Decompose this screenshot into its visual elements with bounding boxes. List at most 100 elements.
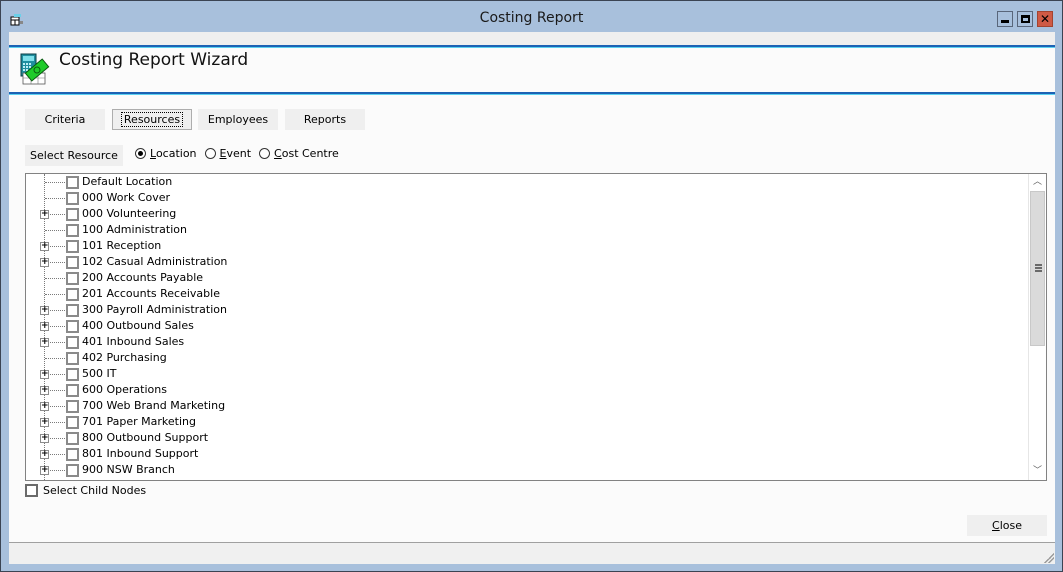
node-label[interactable]: 401 Inbound Sales bbox=[82, 335, 184, 348]
node-checkbox[interactable] bbox=[66, 304, 79, 317]
expand-icon[interactable]: + bbox=[40, 370, 49, 379]
tab-employees[interactable]: Employees bbox=[198, 109, 278, 130]
node-checkbox[interactable] bbox=[66, 320, 79, 333]
tree-node[interactable]: Default Location bbox=[26, 174, 1016, 190]
select-child-nodes-checkbox[interactable] bbox=[25, 484, 38, 497]
expand-icon[interactable]: + bbox=[40, 466, 49, 475]
vertical-scrollbar[interactable]: ︿ ﹀ bbox=[1028, 174, 1046, 480]
radio-event[interactable]: Event bbox=[204, 147, 251, 160]
tree-branch-line bbox=[50, 422, 65, 423]
node-label[interactable]: 000 Work Cover bbox=[82, 191, 170, 204]
tree-node[interactable]: +300 Payroll Administration bbox=[26, 302, 1016, 318]
close-window-button[interactable]: ✕ bbox=[1037, 11, 1053, 27]
radio-location-indicator[interactable] bbox=[135, 148, 146, 159]
wizard-title: Costing Report Wizard bbox=[59, 50, 249, 70]
tree-node[interactable]: 000 Work Cover bbox=[26, 190, 1016, 206]
node-checkbox[interactable] bbox=[66, 192, 79, 205]
node-label[interactable]: 900 NSW Branch bbox=[82, 463, 175, 476]
node-checkbox[interactable] bbox=[66, 176, 79, 189]
node-checkbox[interactable] bbox=[66, 240, 79, 253]
node-checkbox[interactable] bbox=[66, 288, 79, 301]
expand-icon[interactable]: + bbox=[40, 450, 49, 459]
node-label[interactable]: 300 Payroll Administration bbox=[82, 303, 227, 316]
expand-icon[interactable]: + bbox=[40, 386, 49, 395]
select-child-nodes-label: Select Child Nodes bbox=[43, 484, 147, 497]
expand-icon[interactable]: + bbox=[40, 402, 49, 411]
tree-node[interactable]: +801 Inbound Support bbox=[26, 446, 1016, 462]
node-label[interactable]: 200 Accounts Payable bbox=[82, 271, 203, 284]
tree-node[interactable]: 100 Administration bbox=[26, 222, 1016, 238]
radio-event-indicator[interactable] bbox=[204, 148, 216, 159]
node-checkbox[interactable] bbox=[66, 224, 79, 237]
expand-icon[interactable]: + bbox=[40, 418, 49, 427]
expand-icon[interactable]: + bbox=[40, 338, 49, 347]
title-bar[interactable]: Costing Report ✕ bbox=[1, 1, 1062, 31]
node-label[interactable]: 701 Paper Marketing bbox=[82, 415, 196, 428]
maximize-button[interactable] bbox=[1017, 11, 1033, 27]
tree-node[interactable]: +000 Volunteering bbox=[26, 206, 1016, 222]
tree-node[interactable]: 200 Accounts Payable bbox=[26, 270, 1016, 286]
tab-criteria[interactable]: Criteria bbox=[25, 109, 105, 130]
node-checkbox[interactable] bbox=[66, 208, 79, 221]
tree-node[interactable]: +500 IT bbox=[26, 366, 1016, 382]
calculator-money-icon bbox=[20, 53, 50, 85]
tree-node[interactable]: +102 Casual Administration bbox=[26, 254, 1016, 270]
expand-icon[interactable]: + bbox=[40, 210, 49, 219]
node-checkbox[interactable] bbox=[66, 384, 79, 397]
select-child-nodes[interactable]: Select Child Nodes bbox=[25, 484, 146, 497]
node-label[interactable]: 400 Outbound Sales bbox=[82, 319, 194, 332]
expand-icon[interactable]: + bbox=[40, 322, 49, 331]
node-label[interactable]: 402 Purchasing bbox=[82, 351, 167, 364]
minimize-button[interactable] bbox=[997, 11, 1013, 27]
radio-cost-centre-indicator[interactable] bbox=[259, 148, 271, 159]
node-checkbox[interactable] bbox=[66, 400, 79, 413]
tree-node[interactable]: +401 Inbound Sales bbox=[26, 334, 1016, 350]
tree-node[interactable]: +400 Outbound Sales bbox=[26, 318, 1016, 334]
scroll-down-icon[interactable]: ﹀ bbox=[1029, 463, 1046, 480]
node-label[interactable]: 101 Reception bbox=[82, 239, 161, 252]
node-label[interactable]: 102 Casual Administration bbox=[82, 255, 227, 268]
tree-node[interactable]: +600 Operations bbox=[26, 382, 1016, 398]
tree-node[interactable]: 402 Purchasing bbox=[26, 350, 1016, 366]
expand-icon[interactable]: + bbox=[40, 306, 49, 315]
radio-location[interactable]: Location bbox=[135, 147, 197, 160]
tree-branch-line bbox=[50, 214, 65, 215]
tab-resources[interactable]: Resources bbox=[112, 109, 192, 130]
scroll-up-icon[interactable]: ︿ bbox=[1029, 174, 1046, 191]
node-checkbox[interactable] bbox=[66, 448, 79, 461]
expand-icon[interactable]: + bbox=[40, 434, 49, 443]
tree-node[interactable]: +800 Outbound Support bbox=[26, 430, 1016, 446]
node-checkbox[interactable] bbox=[66, 464, 79, 477]
tab-reports[interactable]: Reports bbox=[285, 109, 365, 130]
node-label[interactable]: 801 Inbound Support bbox=[82, 447, 198, 460]
close-button-label: Close bbox=[992, 519, 1022, 532]
resource-tree[interactable]: Default Location 000 Work Cover +000 Volun… bbox=[25, 173, 1047, 481]
resize-grip-icon[interactable] bbox=[1044, 553, 1054, 563]
node-label[interactable]: 600 Operations bbox=[82, 383, 167, 396]
close-button[interactable]: Close bbox=[967, 515, 1047, 536]
node-label[interactable]: 100 Administration bbox=[82, 223, 187, 236]
radio-cost-centre[interactable]: Cost Centre bbox=[259, 147, 339, 160]
node-checkbox[interactable] bbox=[66, 272, 79, 285]
node-label[interactable]: 700 Web Brand Marketing bbox=[82, 399, 225, 412]
node-checkbox[interactable] bbox=[66, 416, 79, 429]
tree-node[interactable]: +101 Reception bbox=[26, 238, 1016, 254]
node-checkbox[interactable] bbox=[66, 352, 79, 365]
tree-node[interactable]: +900 NSW Branch bbox=[26, 462, 1016, 478]
node-label[interactable]: 800 Outbound Support bbox=[82, 431, 208, 444]
node-checkbox[interactable] bbox=[66, 368, 79, 381]
select-resource-button[interactable]: Select Resource bbox=[25, 145, 123, 166]
node-label[interactable]: 201 Accounts Receivable bbox=[82, 287, 220, 300]
node-checkbox[interactable] bbox=[66, 432, 79, 445]
tree-node[interactable]: +700 Web Brand Marketing bbox=[26, 398, 1016, 414]
expand-icon[interactable]: + bbox=[40, 242, 49, 251]
node-label[interactable]: Default Location bbox=[82, 175, 172, 188]
node-checkbox[interactable] bbox=[66, 336, 79, 349]
node-label[interactable]: 000 Volunteering bbox=[82, 207, 176, 220]
expand-icon[interactable]: + bbox=[40, 258, 49, 267]
tree-node[interactable]: 201 Accounts Receivable bbox=[26, 286, 1016, 302]
tree-node[interactable]: +701 Paper Marketing bbox=[26, 414, 1016, 430]
node-label[interactable]: 500 IT bbox=[82, 367, 116, 380]
node-checkbox[interactable] bbox=[66, 256, 79, 269]
scroll-thumb[interactable] bbox=[1030, 191, 1045, 346]
